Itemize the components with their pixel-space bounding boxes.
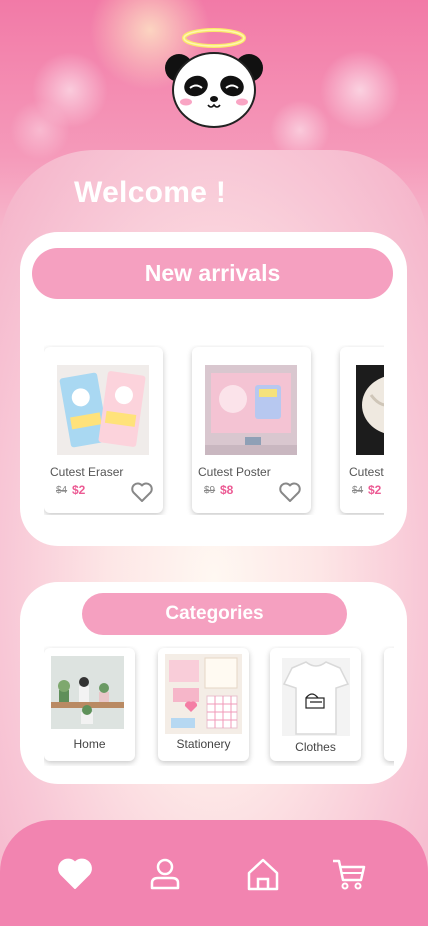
- home-icon[interactable]: [245, 856, 281, 892]
- category-card-stationery[interactable]: Stationery: [158, 648, 249, 761]
- product-image-poster: [205, 365, 297, 455]
- new-arrivals-title[interactable]: New arrivals: [32, 248, 393, 299]
- category-label: Home: [73, 737, 106, 751]
- product-image-eraser: [57, 365, 149, 455]
- product-name: Cutest Poster: [198, 465, 271, 479]
- product-old-price: $4: [56, 485, 68, 496]
- favorite-heart-icon[interactable]: [278, 481, 302, 503]
- categories-panel: Categories Home Stationery Clothes: [20, 582, 407, 784]
- panda-mascot-logo: [165, 28, 263, 128]
- category-card-clothes[interactable]: Clothes: [270, 648, 361, 761]
- category-card-home[interactable]: Home: [44, 648, 135, 761]
- product-old-price: $4: [352, 485, 364, 496]
- category-image-clothes: [282, 658, 350, 736]
- category-image-home: [51, 656, 124, 729]
- product-name: Cutest Eraser: [50, 465, 124, 479]
- categories-title[interactable]: Categories: [82, 593, 347, 635]
- product-price: $2: [72, 483, 86, 497]
- category-card-more[interactable]: [384, 648, 394, 761]
- favorite-heart-icon[interactable]: [130, 481, 154, 503]
- product-card-cutest[interactable]: Cutest $4 $2: [340, 347, 384, 513]
- category-image-stationery: [165, 654, 242, 734]
- category-label: Clothes: [295, 740, 336, 754]
- product-price: $2: [368, 483, 382, 497]
- product-card-eraser[interactable]: Cutest Eraser $4 $2: [44, 347, 163, 513]
- cart-icon[interactable]: [331, 856, 367, 892]
- product-image-cutest: [356, 365, 384, 455]
- new-arrivals-panel: New arrivals Cutest Eraser $4 $2 Cutest …: [20, 232, 407, 546]
- heart-icon[interactable]: [57, 856, 93, 892]
- product-name: Cutest: [349, 465, 384, 479]
- bottom-navigation: [0, 820, 428, 926]
- user-icon[interactable]: [147, 856, 183, 892]
- new-arrivals-carousel[interactable]: Cutest Eraser $4 $2 Cutest Poster $9 $8 …: [44, 345, 384, 515]
- product-old-price: $9: [204, 485, 216, 496]
- product-card-poster[interactable]: Cutest Poster $9 $8: [192, 347, 311, 513]
- product-price: $8: [220, 483, 234, 497]
- welcome-heading: Welcome !: [74, 176, 227, 209]
- category-label: Stationery: [176, 737, 231, 751]
- categories-carousel[interactable]: Home Stationery Clothes: [44, 646, 394, 766]
